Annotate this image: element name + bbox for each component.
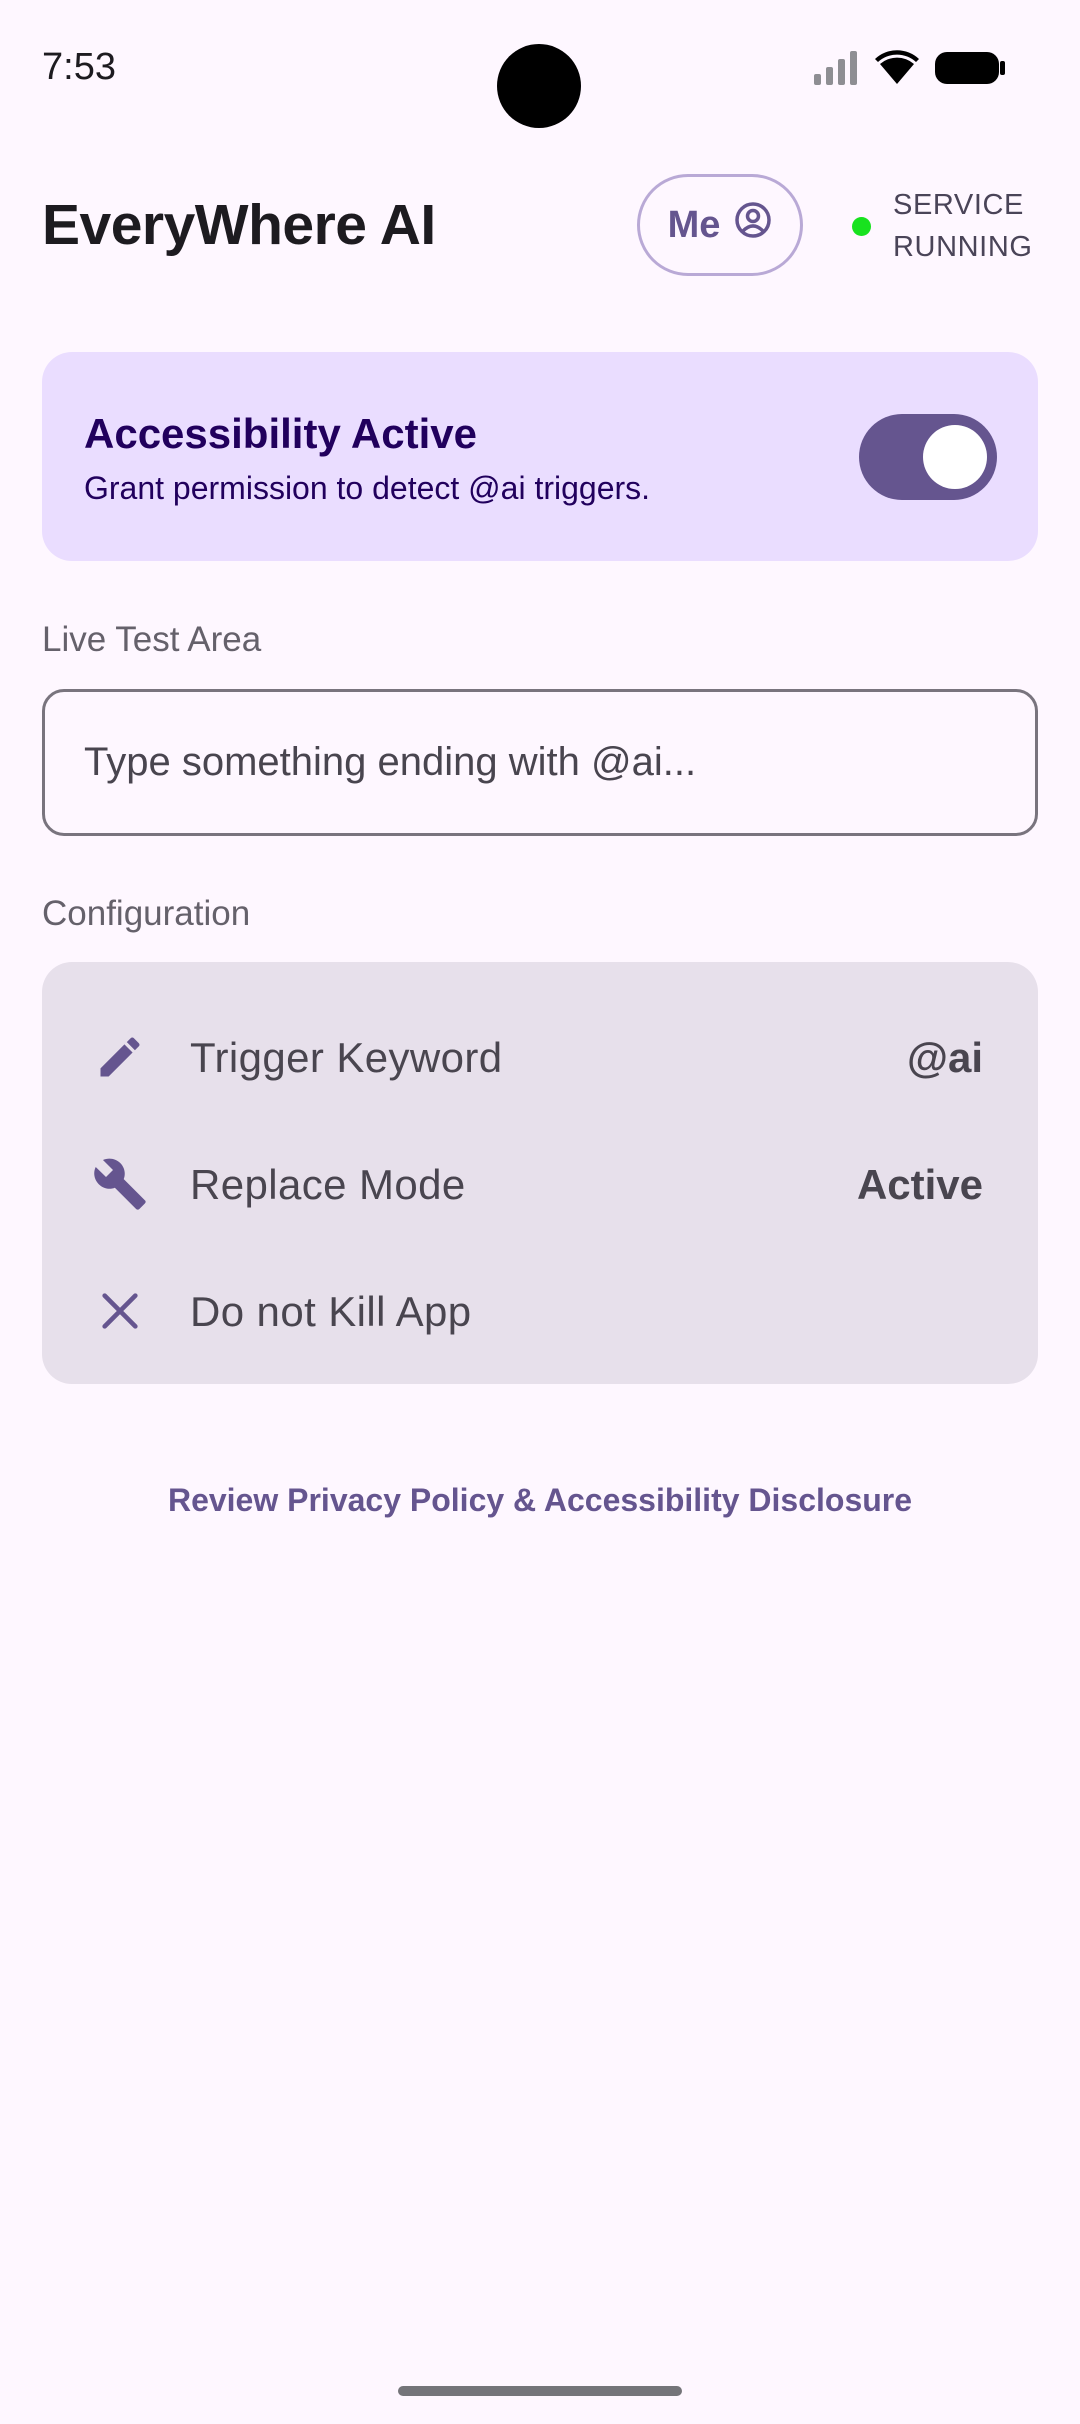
me-button-label: Me	[667, 203, 721, 246]
camera-cutout	[497, 44, 581, 128]
config-label: Do not Kill App	[190, 1288, 472, 1335]
me-button[interactable]: Me	[637, 174, 803, 276]
privacy-policy-link[interactable]: Review Privacy Policy & Accessibility Di…	[0, 1482, 1080, 1519]
signal-icon	[812, 50, 860, 91]
accessibility-toggle[interactable]	[859, 414, 997, 500]
pencil-icon	[92, 1029, 148, 1085]
wrench-icon	[92, 1156, 148, 1212]
config-row-do-not-kill[interactable]: Do not Kill App	[42, 1256, 1038, 1366]
live-test-label: Live Test Area	[42, 620, 262, 659]
status-indicator-dot	[852, 216, 871, 236]
config-label: Trigger Keyword	[190, 1034, 503, 1081]
status-bar: 7:53	[0, 0, 1080, 140]
close-icon	[92, 1283, 148, 1339]
service-status-text: SERVICE RUNNING	[893, 189, 1033, 263]
configuration-label: Configuration	[42, 894, 251, 933]
toggle-knob	[923, 425, 987, 489]
status-icons	[812, 50, 1006, 91]
home-gesture-bar[interactable]	[398, 2386, 682, 2396]
config-row-replace-mode[interactable]: Replace Mode Active	[42, 1129, 1038, 1239]
app-title: EveryWhere AI	[42, 193, 436, 257]
service-status: SERVICE RUNNING	[852, 184, 1053, 268]
config-value: Active	[856, 1161, 983, 1208]
config-row-trigger-keyword[interactable]: Trigger Keyword @ai	[42, 1002, 1038, 1112]
battery-icon	[934, 50, 1006, 91]
accessibility-title: Accessibility Active	[84, 410, 477, 457]
config-value: @ai	[907, 1034, 983, 1081]
app-header: EveryWhere AI Me SERVICE RUNNING	[0, 170, 1080, 285]
config-label: Replace Mode	[190, 1161, 466, 1208]
live-test-input[interactable]	[42, 689, 1038, 836]
status-time: 7:53	[42, 46, 116, 88]
configuration-card: Trigger Keyword @ai Replace Mode Active …	[42, 962, 1038, 1384]
account-circle-icon	[734, 201, 772, 249]
accessibility-subtitle: Grant permission to detect @ai triggers.	[84, 470, 651, 506]
accessibility-card[interactable]: Accessibility Active Grant permission to…	[42, 352, 1038, 561]
wifi-icon	[874, 50, 920, 91]
